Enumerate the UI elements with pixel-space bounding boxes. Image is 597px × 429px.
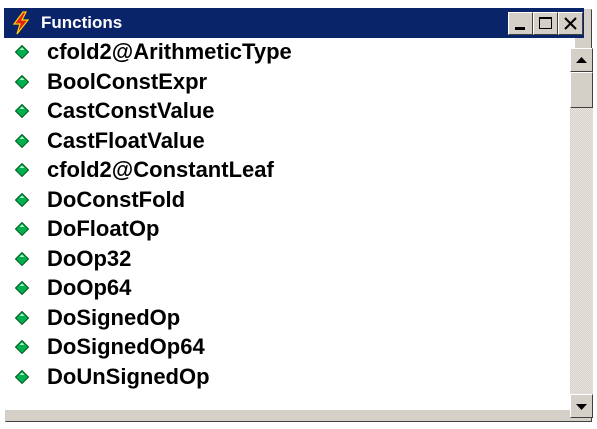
functions-list-pane[interactable]: cfold2@ArithmeticType BoolConstExpr CastCo…	[4, 38, 575, 410]
maximize-icon	[539, 17, 552, 29]
green-diamond-icon	[15, 74, 29, 89]
green-diamond-icon	[15, 369, 29, 384]
scroll-up-button[interactable]	[570, 48, 593, 72]
list-item[interactable]: cfold2@ConstantLeaf	[4, 156, 575, 186]
green-diamond-icon	[15, 340, 29, 354]
red-lightning-bolt-icon	[12, 11, 30, 35]
minimize-icon	[515, 27, 525, 30]
close-button[interactable]	[558, 12, 583, 35]
close-icon	[564, 17, 577, 30]
list-item[interactable]: DoFloatOp	[4, 215, 575, 245]
green-diamond-icon	[15, 163, 29, 177]
maximize-button[interactable]	[533, 12, 558, 35]
title-bar[interactable]: Functions	[4, 8, 584, 38]
scroll-up-arrow-icon	[576, 57, 587, 63]
green-diamond-icon	[15, 222, 29, 236]
green-diamond-icon	[15, 133, 29, 148]
list-item[interactable]: CastFloatValue	[4, 127, 575, 157]
list-item-label: DoUnSignedOp	[47, 363, 210, 389]
list-item[interactable]: DoSignedOp64	[4, 333, 575, 363]
list-item-label: DoSignedOp	[47, 304, 181, 330]
list-item-label: CastConstValue	[47, 98, 215, 123]
window-title: Functions	[41, 13, 123, 32]
green-diamond-icon	[15, 281, 29, 295]
list-item-label: DoFloatOp	[47, 216, 160, 241]
green-diamond-icon	[15, 251, 29, 266]
minimize-button[interactable]	[508, 12, 533, 35]
list-item[interactable]: DoOp64	[4, 274, 575, 304]
list-item[interactable]: DoSignedOp	[4, 304, 575, 334]
list-item-label: CastFloatValue	[47, 127, 205, 153]
list-item-label: DoSignedOp64	[47, 334, 205, 359]
functions-list[interactable]: cfold2@ArithmeticType BoolConstExpr CastCo…	[4, 38, 575, 392]
list-item[interactable]: CastConstValue	[4, 97, 575, 127]
green-diamond-icon	[15, 192, 29, 207]
list-item-label: DoOp32	[47, 245, 132, 271]
list-item-label: DoConstFold	[47, 186, 186, 212]
list-item-label: cfold2@ArithmeticType	[47, 39, 292, 64]
green-diamond-icon	[15, 104, 29, 118]
list-item[interactable]: cfold2@ArithmeticType	[4, 38, 575, 68]
green-diamond-icon	[15, 45, 29, 59]
list-item-label: BoolConstExpr	[47, 68, 208, 94]
scroll-down-arrow-icon	[576, 404, 587, 410]
list-item[interactable]: DoConstFold	[4, 186, 575, 216]
green-diamond-icon	[15, 310, 29, 325]
scroll-down-button[interactable]	[570, 394, 593, 418]
list-item-label: cfold2@ConstantLeaf	[47, 157, 274, 182]
vertical-scrollbar[interactable]	[570, 48, 593, 418]
list-item[interactable]: DoOp32	[4, 245, 575, 275]
list-item-label: DoOp64	[47, 275, 132, 300]
list-item[interactable]: BoolConstExpr	[4, 68, 575, 98]
list-item[interactable]: DoUnSignedOp	[4, 363, 575, 393]
scroll-thumb[interactable]	[570, 72, 593, 108]
